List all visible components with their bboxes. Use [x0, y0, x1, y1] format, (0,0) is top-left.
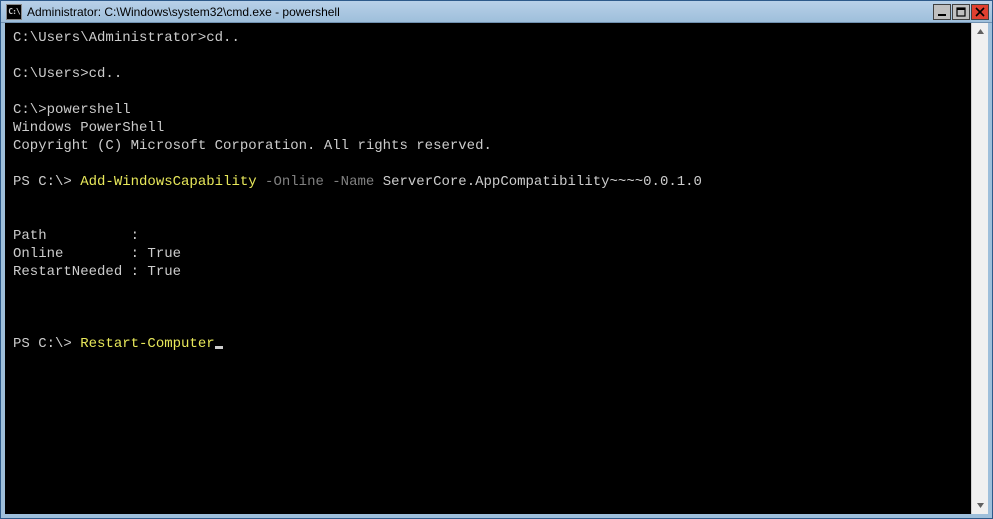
- arg: ServerCore.AppCompatibility~~~~0.0.1.0: [374, 174, 702, 190]
- cmd-line: C:\Users\Administrator>cd..: [13, 30, 240, 46]
- window-controls: [933, 4, 989, 20]
- cmd-line: C:\Users>cd..: [13, 66, 122, 82]
- cursor: [215, 346, 223, 349]
- app-icon: C:\: [6, 4, 22, 20]
- maximize-button[interactable]: [952, 4, 970, 20]
- scroll-track[interactable]: [972, 40, 988, 497]
- ps-command-line: PS C:\> Restart-Computer: [13, 336, 215, 352]
- output-line: Online : True: [13, 246, 181, 262]
- minimize-button[interactable]: [933, 4, 951, 20]
- ps-banner: Copyright (C) Microsoft Corporation. All…: [13, 138, 492, 154]
- output-line: RestartNeeded : True: [13, 264, 181, 280]
- scroll-down-button[interactable]: [972, 497, 988, 514]
- cmd-window: C:\ Administrator: C:\Windows\system32\c…: [0, 0, 993, 519]
- scroll-up-button[interactable]: [972, 23, 988, 40]
- param: -Online: [257, 174, 324, 190]
- ps-command-line: PS C:\> Add-WindowsCapability -Online -N…: [13, 174, 702, 190]
- client-area: C:\Users\Administrator>cd.. C:\Users>cd.…: [1, 23, 992, 518]
- cmdlet: Add-WindowsCapability: [80, 174, 256, 190]
- terminal-output[interactable]: C:\Users\Administrator>cd.. C:\Users>cd.…: [5, 23, 971, 514]
- cmd-line: C:\>powershell: [13, 102, 131, 118]
- output-line: Path :: [13, 228, 139, 244]
- window-title: Administrator: C:\Windows\system32\cmd.e…: [26, 5, 933, 19]
- ps-banner: Windows PowerShell: [13, 120, 164, 136]
- param: -Name: [324, 174, 374, 190]
- cmdlet: Restart-Computer: [80, 336, 214, 352]
- vertical-scrollbar[interactable]: [971, 23, 988, 514]
- titlebar[interactable]: C:\ Administrator: C:\Windows\system32\c…: [1, 1, 992, 23]
- close-button[interactable]: [971, 4, 989, 20]
